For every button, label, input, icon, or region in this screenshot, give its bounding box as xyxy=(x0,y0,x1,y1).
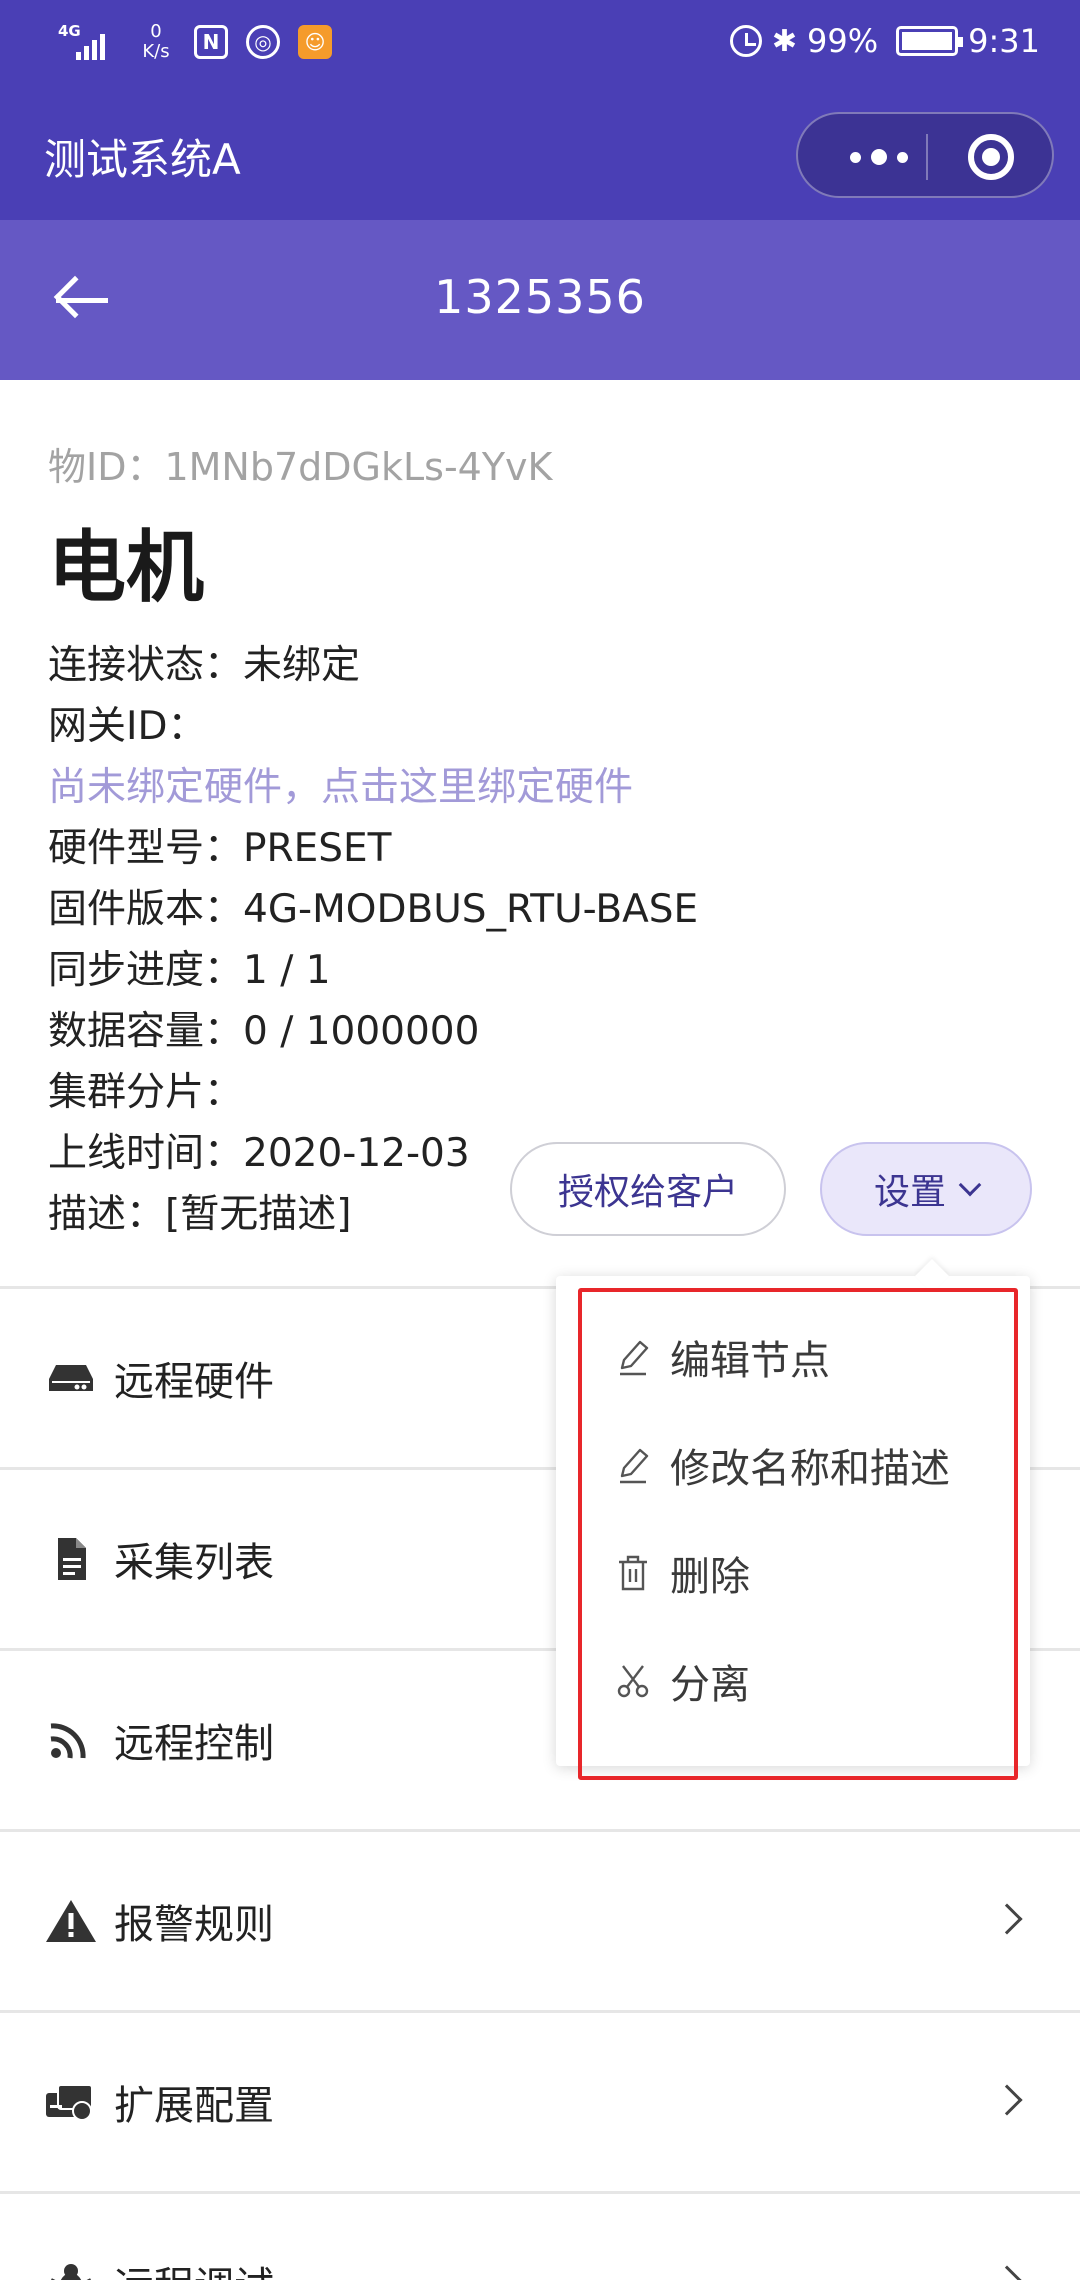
bug-icon xyxy=(51,2264,91,2280)
chevron-right-icon xyxy=(991,1903,1023,1935)
signal-icon: 4G xyxy=(58,22,118,62)
status-bar: 4G 0 K/s N ◎ ☺ ✱ 99% 9:31 xyxy=(0,0,1080,92)
list-item-label: 采集列表 xyxy=(114,1540,274,1586)
list-item-label: 远程控制 xyxy=(114,1721,274,1767)
app-notification-icon: ☺ xyxy=(298,25,332,59)
warning-icon xyxy=(46,1900,96,1942)
device-name: 电机 xyxy=(48,523,205,613)
battery-percent: 99% xyxy=(807,22,879,60)
battery-icon xyxy=(896,26,964,56)
cluster-shard: 集群分片： xyxy=(48,1070,244,1115)
list-item-remote-debug[interactable]: 远程调试 xyxy=(0,2194,1080,2280)
clock: 9:31 xyxy=(968,22,1040,60)
weibo-icon: ◎ xyxy=(246,25,280,59)
gateway-id: 网关ID： xyxy=(48,704,207,749)
list-item-label: 远程调试 xyxy=(114,2254,274,2280)
config-icon xyxy=(46,2084,93,2121)
chevron-right-icon xyxy=(991,2084,1023,2116)
close-miniprogram-icon[interactable] xyxy=(968,134,1014,180)
firmware-version: 固件版本：4G-MODBUS_RTU-BASE xyxy=(48,887,699,932)
authorize-label: 授权给客户 xyxy=(557,1172,738,1213)
list-item-alarm-rules[interactable]: 报警规则 xyxy=(0,1832,1080,2010)
network-speed: 0 K/s xyxy=(142,21,170,62)
settings-label: 设置 xyxy=(873,1172,946,1213)
app-title: 测试系统A xyxy=(44,135,241,184)
chevron-down-icon xyxy=(958,1173,982,1197)
list-item-label: 扩展配置 xyxy=(114,2083,274,2129)
data-capacity: 数据容量：0 / 1000000 xyxy=(48,1009,480,1054)
settings-button[interactable]: 设置 xyxy=(820,1142,1032,1236)
sync-progress: 同步进度：1 / 1 xyxy=(48,948,331,993)
nav-header: 1325356 xyxy=(0,220,1080,380)
list-item-label: 报警规则 xyxy=(114,1902,274,1948)
chevron-right-icon xyxy=(991,2265,1023,2280)
bluetooth-icon: ✱ xyxy=(771,23,798,59)
capsule-menu xyxy=(796,112,1054,198)
list-item-label: 远程硬件 xyxy=(114,1359,274,1405)
list-item-extended-config[interactable]: 扩展配置 xyxy=(0,2013,1080,2191)
object-id: 物ID：1MNb7dDGkLs-4YvK xyxy=(48,445,553,489)
bind-hardware-link[interactable]: 尚未绑定硬件，点击这里绑定硬件 xyxy=(48,756,633,812)
nfc-icon: N xyxy=(194,25,228,59)
authorize-customer-button[interactable]: 授权给客户 xyxy=(510,1142,786,1236)
status-right: ✱ 99% 9:31 xyxy=(729,22,1040,60)
online-time: 上线时间：2020-12-03 xyxy=(48,1131,470,1176)
alarm-icon xyxy=(729,25,762,57)
status-left: 4G 0 K/s N ◎ ☺ xyxy=(58,22,332,62)
rss-icon xyxy=(50,1723,86,1759)
more-options-icon[interactable] xyxy=(834,142,924,172)
annotation-highlight-box xyxy=(578,1288,1018,1780)
description: 描述：[暂无描述] xyxy=(48,1192,352,1237)
hardware-model: 硬件型号：PRESET xyxy=(48,826,392,871)
connection-status: 连接状态：未绑定 xyxy=(48,643,361,688)
page-title: 1325356 xyxy=(434,270,646,324)
capsule-divider xyxy=(926,134,928,180)
hard-drive-icon xyxy=(49,1365,93,1391)
app-title-bar: 测试系统A xyxy=(0,92,1080,220)
document-icon xyxy=(58,1538,86,1580)
